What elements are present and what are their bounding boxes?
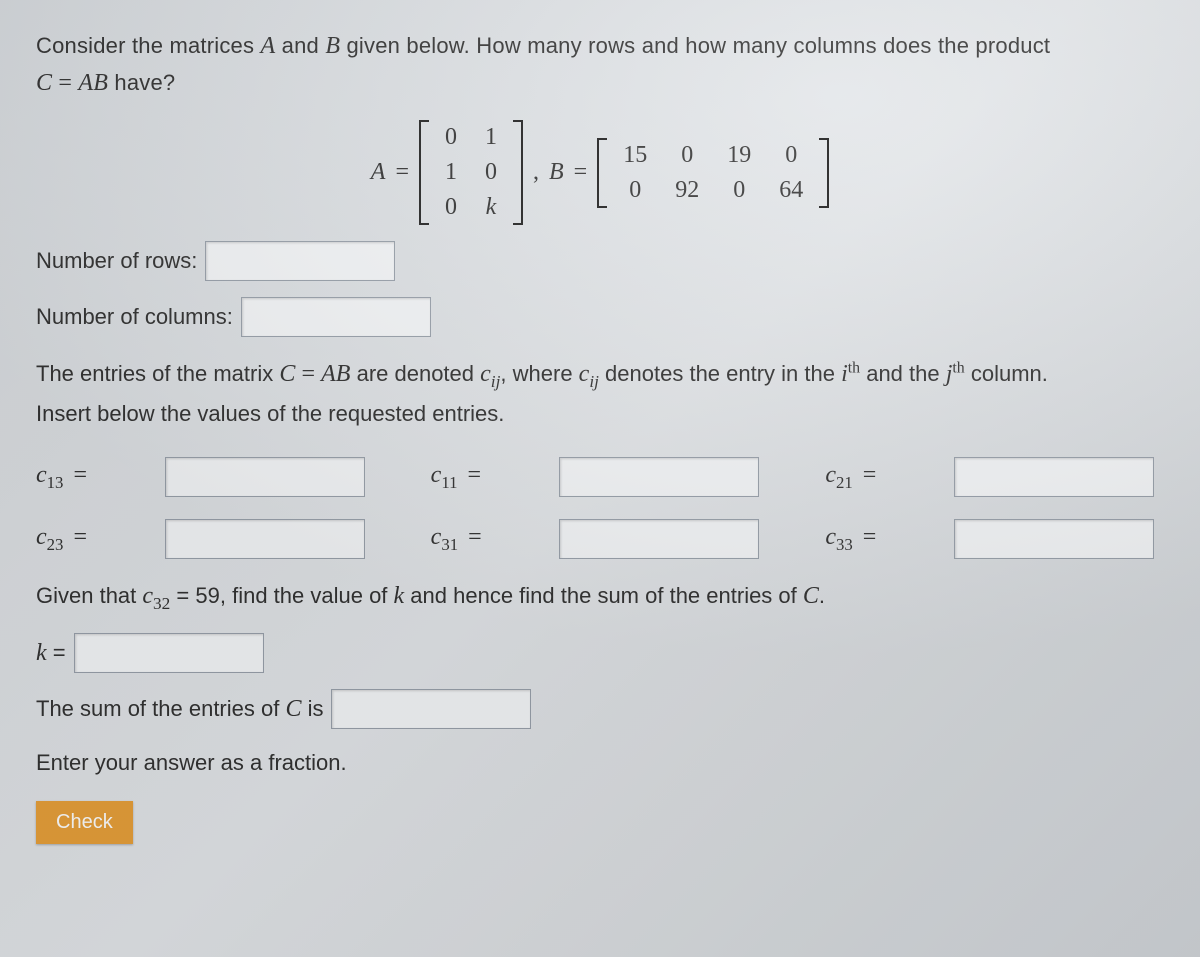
var-c32: c32 bbox=[142, 583, 170, 609]
text: denotes the entry in the bbox=[599, 361, 841, 386]
bracket-icon bbox=[511, 120, 523, 225]
entries-grid: c13 = c11 = c21 = c23 = c31 = c33 = bbox=[36, 457, 1164, 559]
bracket-icon bbox=[419, 120, 431, 225]
bracket-icon bbox=[597, 138, 609, 208]
matrix-cell: 92 bbox=[661, 173, 713, 208]
input-c31[interactable] bbox=[559, 519, 759, 559]
fraction-hint: Enter your answer as a fraction. bbox=[36, 745, 1164, 780]
eq: = bbox=[52, 70, 78, 96]
var-k: k bbox=[394, 583, 405, 609]
text: and hence find the sum of the entries of bbox=[404, 583, 803, 608]
sum-row: The sum of the entries of C is bbox=[36, 689, 1164, 729]
rows-row: Number of rows: bbox=[36, 241, 1164, 281]
matrix-B-label: B bbox=[549, 159, 564, 186]
cols-label: Number of columns: bbox=[36, 304, 233, 330]
input-c13[interactable] bbox=[165, 457, 365, 497]
th: th bbox=[952, 360, 964, 377]
var-AB: AB bbox=[321, 361, 350, 387]
matrix-cell: k bbox=[471, 190, 511, 225]
input-c33[interactable] bbox=[954, 519, 1154, 559]
th: th bbox=[848, 360, 860, 377]
var-B: B bbox=[325, 33, 340, 59]
matrix-cell: 0 bbox=[431, 120, 471, 155]
label-c33: c33 = bbox=[825, 524, 946, 555]
k-label: k = bbox=[36, 640, 66, 667]
text: Given that bbox=[36, 583, 142, 608]
label-c23: c23 = bbox=[36, 524, 157, 555]
eq-sign: = bbox=[395, 159, 409, 186]
input-c23[interactable] bbox=[165, 519, 365, 559]
question-part: and bbox=[275, 33, 325, 58]
comma: , bbox=[533, 159, 539, 186]
var-AB: AB bbox=[78, 70, 108, 96]
eq-sign: = bbox=[574, 159, 588, 186]
entries-description: The entries of the matrix C = AB are den… bbox=[36, 355, 1164, 431]
question-text: Consider the matrices A and B given belo… bbox=[36, 28, 1164, 102]
matrix-cell: 19 bbox=[713, 138, 765, 173]
matrix-A: 01 10 0k bbox=[419, 120, 523, 225]
var-cij: cij bbox=[480, 361, 500, 387]
bracket-icon bbox=[817, 138, 829, 208]
label-c31: c31 = bbox=[431, 524, 552, 555]
label-c21: c21 = bbox=[825, 462, 946, 493]
text: . bbox=[819, 583, 825, 608]
cols-input[interactable] bbox=[241, 297, 431, 337]
label-c13: c13 = bbox=[36, 462, 157, 493]
var-C: C bbox=[279, 361, 295, 387]
question-part: have? bbox=[108, 70, 175, 95]
input-c21[interactable] bbox=[954, 457, 1154, 497]
matrix-cell: 15 bbox=[609, 138, 661, 173]
question-part: given below. How many rows and how many … bbox=[340, 33, 1050, 58]
matrix-cell: 0 bbox=[661, 138, 713, 173]
matrix-cell: 64 bbox=[765, 173, 817, 208]
rows-label: Number of rows: bbox=[36, 248, 197, 274]
eq: = bbox=[301, 361, 315, 387]
var-i: i bbox=[841, 361, 848, 387]
var-cij: cij bbox=[579, 361, 599, 387]
matrix-cell: 0 bbox=[609, 173, 661, 208]
matrix-cell: 1 bbox=[471, 120, 511, 155]
check-button[interactable]: Check bbox=[36, 801, 133, 844]
label-c11: c11 = bbox=[431, 462, 552, 493]
matrix-cell: 1 bbox=[431, 155, 471, 190]
text: Insert below the values of the requested… bbox=[36, 401, 504, 426]
matrix-cell: 0 bbox=[765, 138, 817, 173]
var-C: C bbox=[803, 583, 819, 609]
var-C: C bbox=[36, 70, 52, 96]
matrix-display: A = 01 10 0k , B = 15 0 19 0 bbox=[36, 120, 1164, 225]
sum-label: The sum of the entries of C is bbox=[36, 696, 323, 723]
text: The entries of the matrix bbox=[36, 361, 279, 386]
rows-input[interactable] bbox=[205, 241, 395, 281]
text: , where bbox=[500, 361, 578, 386]
matrix-A-label: A bbox=[371, 159, 386, 186]
matrix-cell: 0 bbox=[431, 190, 471, 225]
text: and the bbox=[860, 361, 946, 386]
matrix-cell: 0 bbox=[713, 173, 765, 208]
input-c11[interactable] bbox=[559, 457, 759, 497]
var-A: A bbox=[261, 33, 276, 59]
input-sum[interactable] bbox=[331, 689, 531, 729]
given-text: Given that c32 = 59, find the value of k… bbox=[36, 577, 1164, 617]
matrix-cell: 0 bbox=[471, 155, 511, 190]
matrix-B: 15 0 19 0 0 92 0 64 bbox=[597, 138, 829, 208]
k-row: k = bbox=[36, 633, 1164, 673]
text: are denoted bbox=[350, 361, 480, 386]
text: column. bbox=[965, 361, 1048, 386]
question-part: Consider the matrices bbox=[36, 33, 261, 58]
cols-row: Number of columns: bbox=[36, 297, 1164, 337]
input-k[interactable] bbox=[74, 633, 264, 673]
text: = 59, find the value of bbox=[170, 583, 393, 608]
